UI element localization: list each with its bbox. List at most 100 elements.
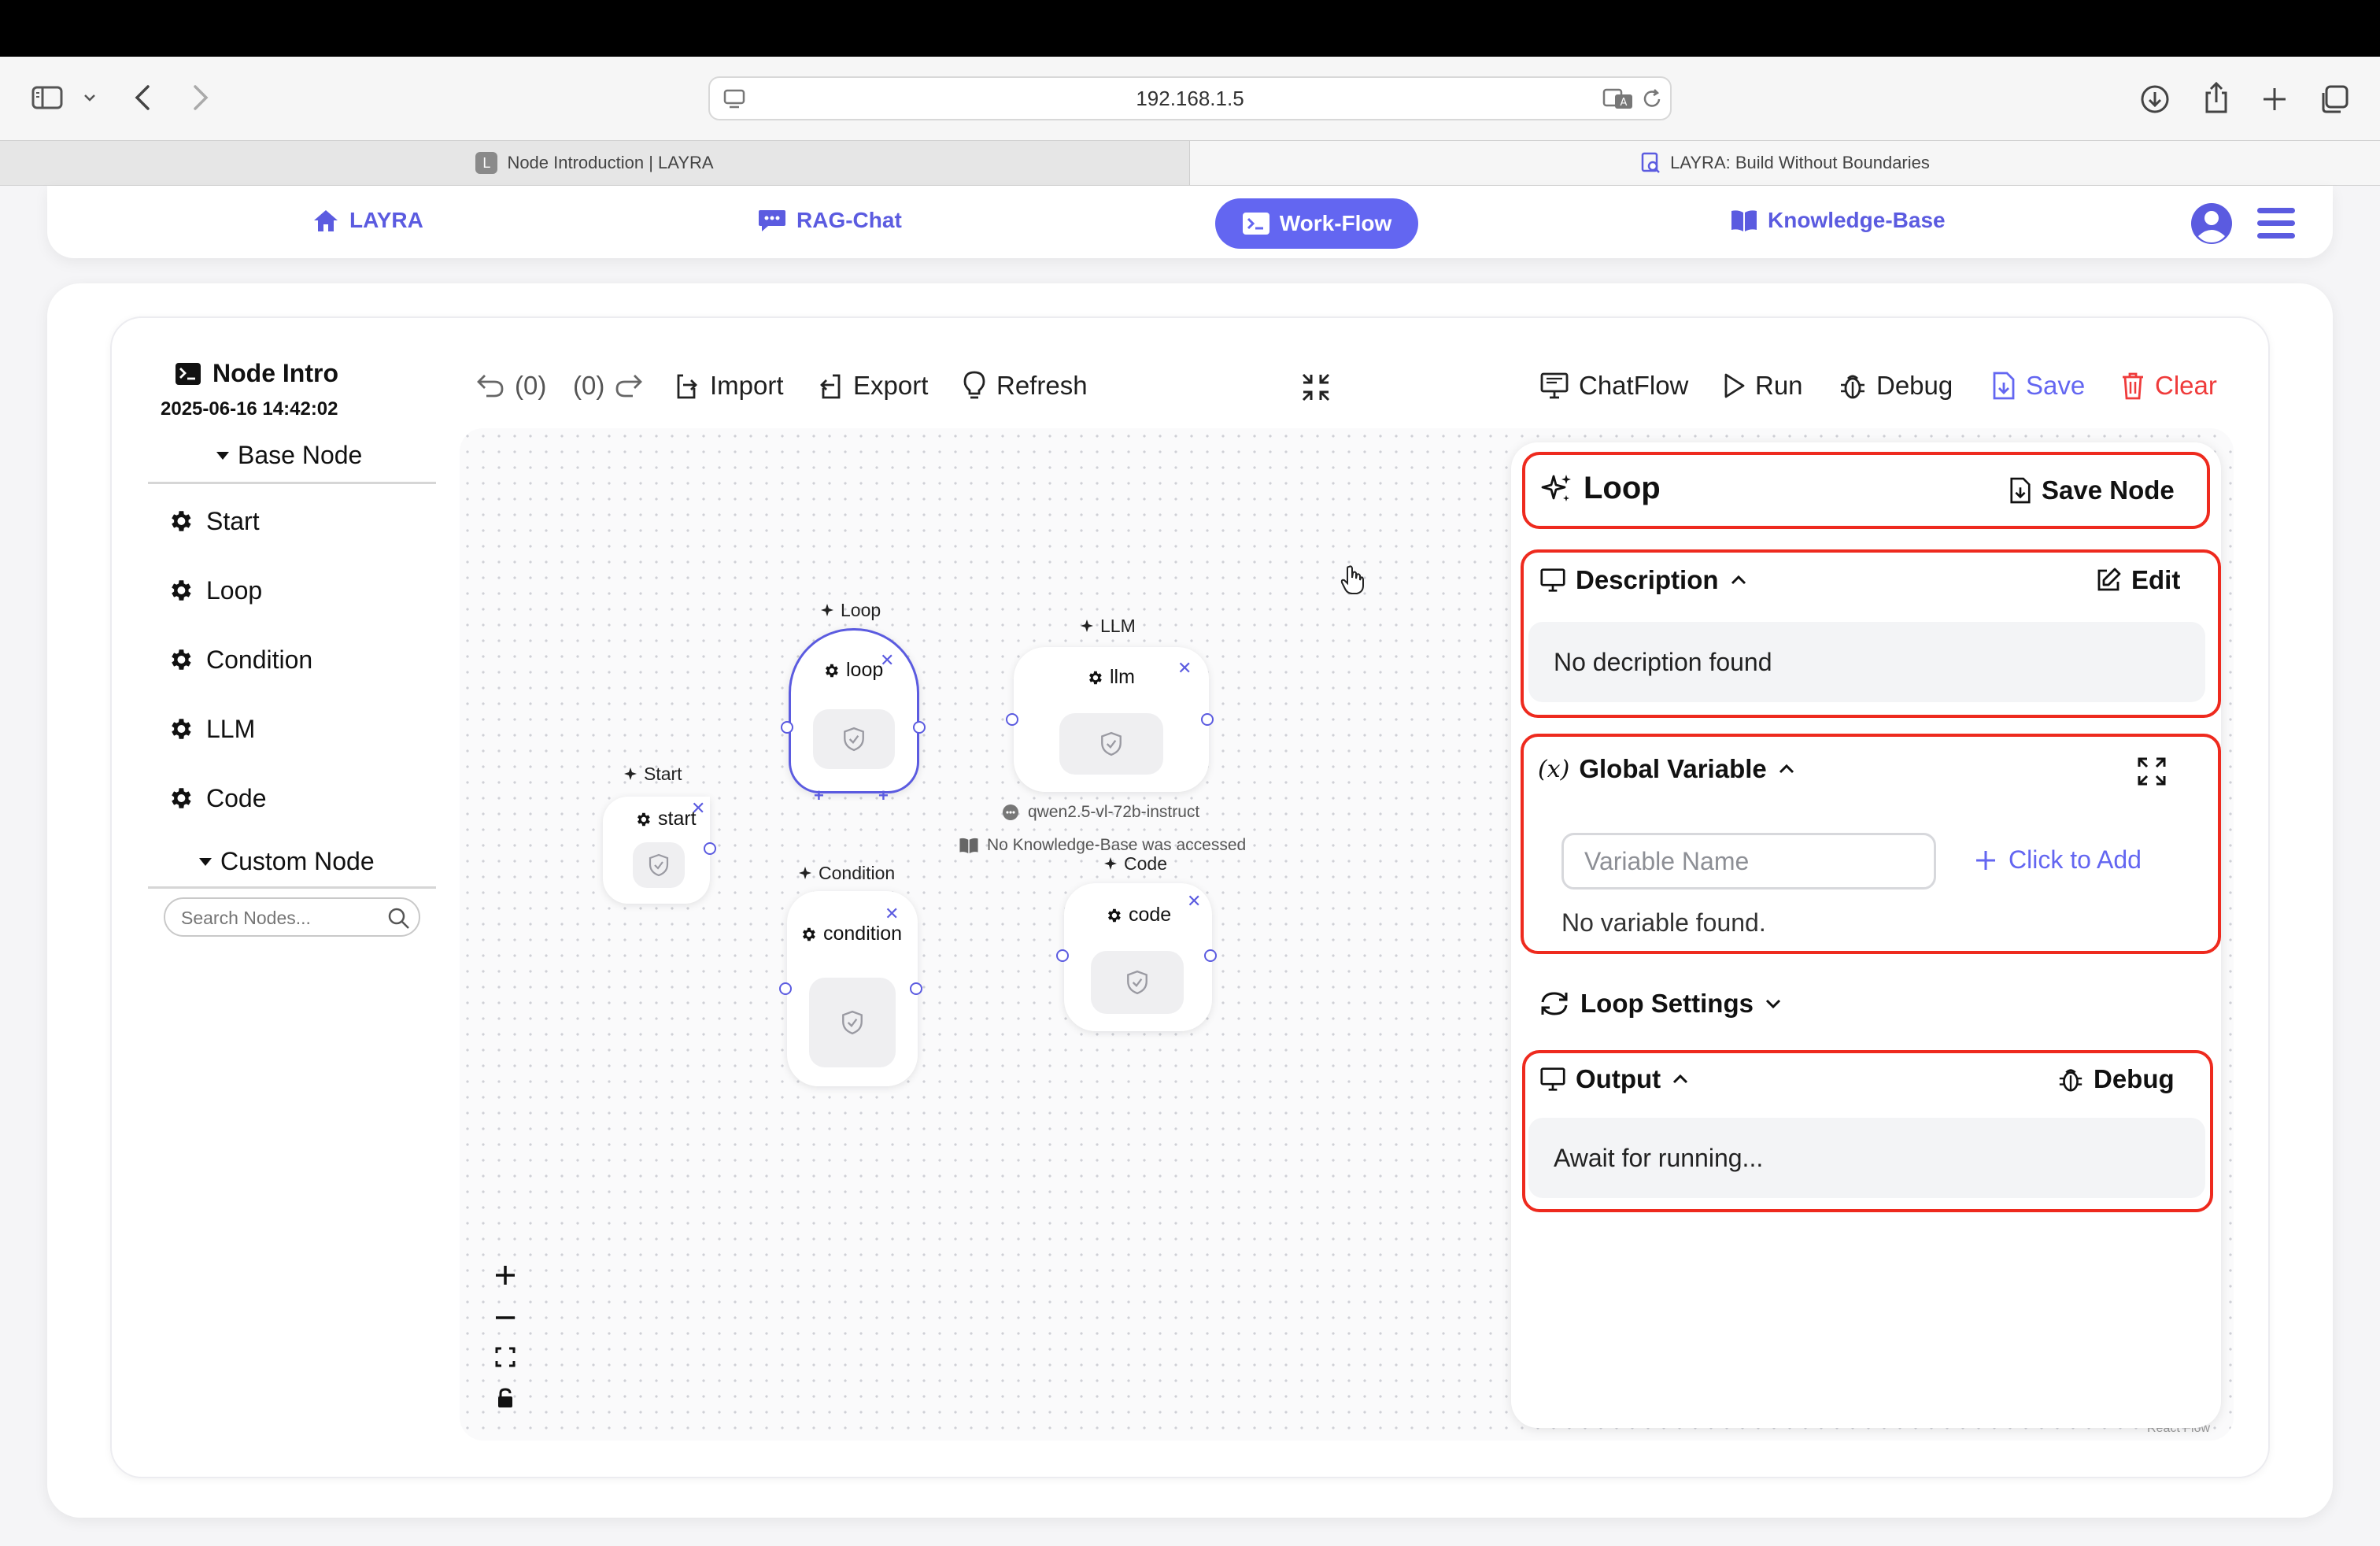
refresh-button[interactable]: Refresh — [962, 364, 1088, 408]
node-title-text: Loop — [841, 600, 881, 620]
description-header[interactable]: Description — [1539, 565, 1749, 595]
node-name-heading: Loop — [1539, 471, 1661, 506]
close-icon[interactable]: ✕ — [1187, 893, 1201, 910]
forward-icon[interactable] — [189, 83, 211, 112]
lightbulb-icon — [962, 370, 987, 401]
close-icon[interactable]: ✕ — [885, 905, 899, 923]
base-node-section[interactable]: Base Node — [216, 441, 362, 470]
menu-icon[interactable] — [2256, 205, 2297, 242]
save-button[interactable]: Save — [1991, 364, 2085, 408]
share-icon[interactable] — [2202, 80, 2230, 115]
user-avatar-icon[interactable] — [2190, 202, 2234, 246]
tab-title: Node Introduction | LAYRA — [507, 153, 714, 172]
caret-down-icon — [216, 451, 230, 460]
chatflow-label: ChatFlow — [1579, 371, 1689, 400]
translate-icon[interactable]: A — [1602, 87, 1634, 111]
node-body — [1059, 713, 1163, 775]
node-palette-loop[interactable]: Loop — [167, 568, 262, 612]
palette-label: LLM — [206, 714, 256, 743]
variable-name-input[interactable] — [1561, 833, 1936, 890]
expand-icon[interactable] — [2136, 756, 2168, 787]
node-name: Loop — [1584, 471, 1661, 505]
nav-knowledge-base[interactable]: Knowledge-Base — [1730, 198, 1946, 242]
clear-button[interactable]: Clear — [2120, 364, 2217, 408]
undo-button[interactable]: (0) — [475, 364, 546, 408]
redo-count: (0) — [573, 371, 605, 400]
export-label: Export — [853, 371, 929, 400]
gear-icon — [167, 646, 194, 673]
monitor-icon — [1539, 1067, 1566, 1092]
add-variable-button[interactable]: Click to Add — [1974, 845, 2142, 875]
close-icon[interactable]: ✕ — [691, 800, 705, 817]
save-file-icon — [1991, 371, 2016, 401]
import-icon — [674, 371, 700, 401]
refresh-cycle-icon — [1538, 989, 1571, 1018]
loop-node-selected[interactable]: loop — [789, 628, 919, 793]
divider — [148, 886, 436, 889]
nav-work-flow[interactable]: Work-Flow — [1215, 198, 1418, 249]
node-palette-condition[interactable]: Condition — [167, 638, 312, 682]
search-nodes-input[interactable] — [181, 904, 378, 932]
terminal-icon — [175, 362, 201, 386]
browser-tab[interactable]: LAYRA: Build Without Boundaries — [1190, 141, 2380, 185]
loop-body-handle-left[interactable]: + — [814, 786, 824, 806]
node-palette-llm[interactable]: LLM — [167, 707, 255, 751]
zoom-in-icon[interactable] — [493, 1263, 518, 1288]
input-handle[interactable] — [1006, 713, 1018, 726]
nav-layra[interactable]: LAYRA — [312, 198, 423, 242]
node-label: start — [634, 808, 697, 830]
address-bar[interactable]: 192.168.1.5 A — [708, 76, 1672, 120]
save-node-button[interactable]: Save Node — [2009, 475, 2175, 505]
input-handle[interactable] — [779, 982, 792, 995]
input-handle[interactable] — [781, 721, 793, 734]
download-icon[interactable] — [2139, 83, 2171, 115]
output-handle[interactable] — [913, 721, 926, 734]
export-button[interactable]: Export — [817, 364, 928, 408]
output-handle[interactable] — [1204, 949, 1217, 962]
export-icon — [817, 371, 844, 401]
loop-settings-header[interactable]: Loop Settings — [1538, 989, 1783, 1019]
output-handle[interactable] — [1201, 713, 1214, 726]
chatflow-button[interactable]: ChatFlow — [1539, 364, 1688, 408]
output-header[interactable]: Output — [1539, 1064, 1691, 1094]
back-icon[interactable] — [132, 83, 154, 112]
workflow-title[interactable]: Node Intro — [175, 359, 338, 388]
node-body — [633, 842, 685, 888]
collapse-icon[interactable] — [1300, 372, 1332, 403]
llm-model-name: qwen2.5-vl-72b-instruct — [1028, 803, 1200, 821]
browser-tab-active[interactable]: L Node Introduction | LAYRA — [0, 141, 1190, 185]
import-button[interactable]: Import — [674, 364, 784, 408]
shield-icon — [1099, 731, 1123, 756]
chevron-down-icon — [1763, 997, 1783, 1011]
output-title: Output — [1576, 1064, 1661, 1093]
node-palette-code[interactable]: Code — [167, 776, 267, 820]
chevron-down-icon[interactable] — [82, 91, 98, 104]
output-handle[interactable] — [910, 982, 922, 995]
debug-output-button[interactable]: Debug — [2057, 1064, 2175, 1094]
close-icon[interactable]: ✕ — [1177, 660, 1192, 677]
nav-rag-chat[interactable]: RAG-Chat — [757, 198, 902, 242]
sidebar-toggle-icon[interactable] — [31, 85, 63, 110]
llm-model-info: qwen2.5-vl-72b-instruct — [1001, 803, 1199, 822]
lock-icon[interactable] — [496, 1387, 515, 1409]
input-handle[interactable] — [1056, 949, 1069, 962]
tab-overview-icon[interactable] — [2319, 83, 2350, 115]
node-palette-start[interactable]: Start — [167, 499, 260, 543]
custom-node-section[interactable]: Custom Node — [198, 847, 375, 876]
zoom-out-icon[interactable] — [493, 1305, 518, 1330]
run-button[interactable]: Run — [1722, 364, 1803, 408]
edit-description-button[interactable]: Edit — [2095, 565, 2180, 595]
new-tab-icon[interactable] — [2260, 85, 2289, 113]
output-handle[interactable] — [704, 842, 716, 855]
loop-body-handle-right[interactable]: + — [878, 786, 889, 806]
debug-button[interactable]: Debug — [1839, 364, 1953, 408]
shield-icon — [841, 1010, 864, 1035]
global-variable-header[interactable]: (x) Global Variable — [1538, 754, 1797, 784]
search-icon[interactable] — [387, 907, 411, 930]
global-variable-title: Global Variable — [1579, 754, 1767, 783]
reload-icon[interactable] — [1640, 87, 1664, 111]
close-icon[interactable]: ✕ — [880, 652, 894, 669]
redo-button[interactable]: (0) — [573, 364, 644, 408]
fit-view-icon[interactable] — [494, 1346, 516, 1368]
hand-cursor-icon — [1340, 564, 1366, 595]
